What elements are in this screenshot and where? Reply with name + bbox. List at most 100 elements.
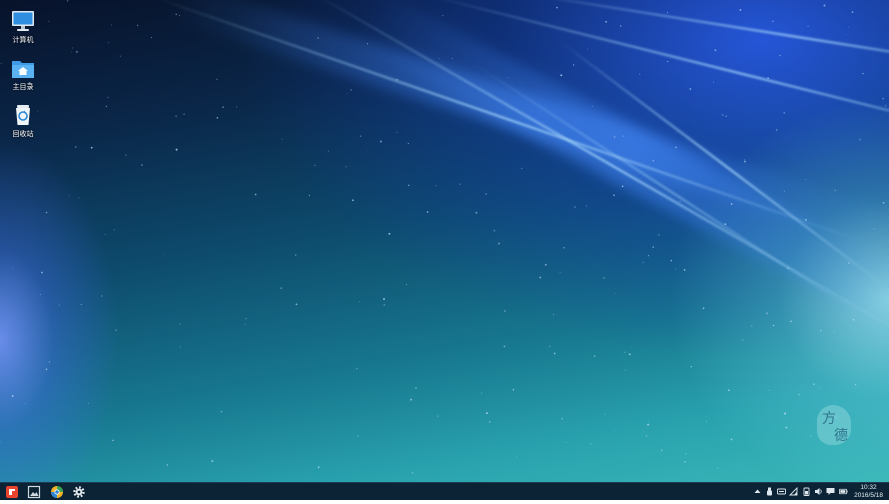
star-dot (245, 318, 247, 320)
star-dot (639, 73, 641, 75)
star-dot (613, 136, 616, 138)
star-dot (87, 402, 90, 404)
star-dot (493, 229, 496, 232)
star-dot (216, 116, 219, 119)
desktop-icon-computer[interactable]: 计算机 (3, 10, 43, 45)
star-dot (0, 62, 2, 64)
system-clock[interactable]: 10:32 2016/5/18 (854, 484, 883, 500)
desktop[interactable]: 计算机 主目录 回收站 方 德 (0, 0, 889, 482)
star-dot (183, 113, 185, 116)
star-dot (819, 329, 822, 332)
star-dot (308, 194, 311, 197)
settings-button[interactable] (72, 485, 86, 499)
star-dot (41, 271, 43, 274)
start-menu-button[interactable] (5, 485, 19, 499)
star-dot (512, 388, 515, 391)
star-dot (327, 150, 330, 152)
star-dot (405, 284, 407, 286)
star-dot (647, 423, 650, 426)
star-dot (0, 441, 1, 443)
star-dot (676, 131, 678, 133)
star-dot (442, 15, 444, 17)
star-dot (151, 36, 153, 39)
star-dot (317, 37, 319, 39)
star-dot (593, 355, 596, 358)
star-dot (236, 106, 238, 108)
star-dot (706, 420, 707, 422)
star-dot (175, 115, 177, 117)
star-dot (858, 138, 861, 141)
star-dot (48, 361, 50, 363)
star-dot (179, 323, 181, 325)
star-dot (415, 387, 417, 389)
notification-icon[interactable] (826, 487, 835, 496)
star-dot (107, 96, 109, 99)
taskbar: 10:32 2016/5/18 (0, 482, 889, 500)
star-dot (714, 49, 717, 52)
usb-icon[interactable] (765, 487, 774, 496)
star-dot (787, 267, 790, 269)
star-dot (862, 72, 864, 75)
star-dot (679, 200, 681, 202)
star-dot (670, 259, 673, 262)
star-dot (141, 164, 143, 166)
volume-icon[interactable] (814, 487, 823, 496)
battery-icon[interactable] (839, 487, 848, 496)
star-dot (658, 234, 660, 236)
image-viewer-button[interactable] (27, 485, 41, 499)
tray-up-arrow-icon[interactable] (753, 487, 762, 496)
star-dot (790, 320, 792, 323)
star-dot (383, 304, 385, 306)
star-dot (784, 412, 787, 415)
star-dot (798, 394, 800, 396)
star-dot (619, 25, 622, 27)
star-dot (314, 164, 316, 166)
star-dot (560, 74, 563, 77)
keyboard-icon[interactable] (777, 487, 786, 496)
desktop-icon-home[interactable]: 主目录 (3, 57, 43, 92)
star-dot (459, 183, 461, 185)
star-dot (743, 160, 746, 163)
star-dot (643, 430, 645, 432)
star-dot (848, 26, 850, 28)
star-dot (72, 47, 74, 49)
settings-gear-icon (73, 486, 85, 498)
clock-date: 2016/5/18 (854, 492, 883, 499)
star-dot (411, 472, 414, 474)
star-dot (90, 146, 93, 149)
browser-icon (51, 486, 63, 498)
star-dot (666, 11, 669, 14)
star-dot (435, 185, 437, 187)
star-dot (537, 453, 539, 455)
star-dot (739, 8, 742, 11)
star-dot (628, 353, 631, 356)
star-dot (119, 55, 122, 57)
signal-icon[interactable] (789, 487, 798, 496)
star-dot (179, 346, 181, 348)
star-dot (553, 352, 556, 355)
star-dot (164, 253, 166, 255)
star-dot (730, 438, 733, 441)
star-dot (645, 434, 648, 437)
star-dot (819, 387, 821, 389)
star-dot (553, 314, 555, 316)
star-dot (851, 11, 854, 13)
star-dot (614, 293, 616, 295)
star-dot (222, 106, 224, 108)
star-dot (702, 307, 705, 310)
star-dot (295, 303, 298, 306)
star-dot (667, 60, 669, 63)
battery-alt-icon[interactable] (802, 487, 811, 496)
star-dot (11, 395, 14, 397)
star-dot (407, 184, 410, 187)
star-dot (485, 193, 487, 195)
star-dot (684, 460, 686, 463)
browser-button[interactable] (50, 485, 64, 499)
star-dot (175, 148, 178, 151)
desktop-icon-trash[interactable]: 回收站 (3, 104, 43, 139)
desktop-icon-label: 回收站 (12, 131, 34, 138)
star-dot (561, 417, 564, 420)
star-dot (367, 150, 368, 152)
star-dot (108, 42, 110, 44)
star-dot (675, 146, 677, 149)
